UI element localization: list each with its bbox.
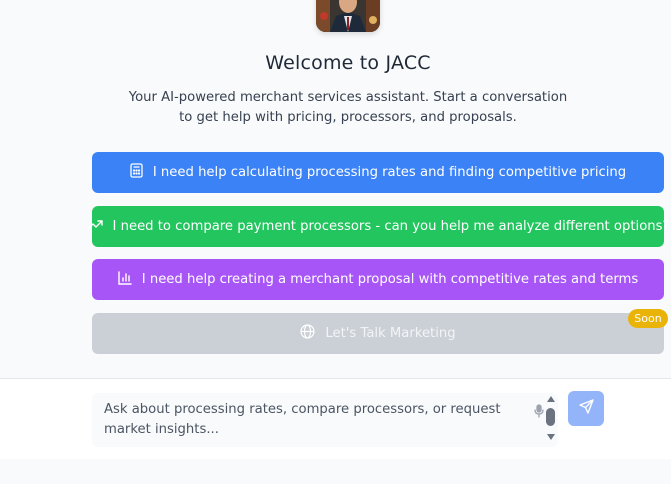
- page-title: Welcome to JACC: [265, 52, 431, 74]
- calculate-rates-label: I need help calculating processing rates…: [152, 165, 627, 180]
- message-input[interactable]: [92, 393, 528, 447]
- calculator-icon: [130, 163, 143, 182]
- trending-up-icon: [86, 219, 103, 235]
- send-button[interactable]: [568, 391, 604, 426]
- send-icon: [578, 399, 594, 418]
- talk-marketing-label: Let's Talk Marketing: [325, 326, 456, 341]
- compare-processors-button[interactable]: I need to compare payment processors - c…: [86, 206, 670, 247]
- soon-badge: Soon: [628, 309, 668, 328]
- scrollbar-thumb[interactable]: [546, 408, 555, 426]
- create-proposal-button[interactable]: I need help creating a merchant proposal…: [92, 259, 664, 300]
- mic-icon[interactable]: [534, 403, 544, 422]
- bar-chart-icon: [118, 270, 132, 289]
- assistant-avatar: [316, 0, 380, 32]
- globe-icon: [300, 324, 315, 343]
- page-subtitle: Your AI-powered merchant services assist…: [128, 90, 568, 125]
- scroll-down-arrow[interactable]: [547, 434, 555, 440]
- talk-marketing-button: Let's Talk Marketing: [92, 313, 664, 354]
- create-proposal-label: I need help creating a merchant proposal…: [141, 272, 639, 287]
- compare-processors-label: I need to compare payment processors - c…: [112, 219, 670, 234]
- scroll-up-arrow[interactable]: [547, 396, 555, 402]
- message-input-container: [92, 393, 558, 447]
- calculate-rates-button[interactable]: I need help calculating processing rates…: [92, 152, 664, 193]
